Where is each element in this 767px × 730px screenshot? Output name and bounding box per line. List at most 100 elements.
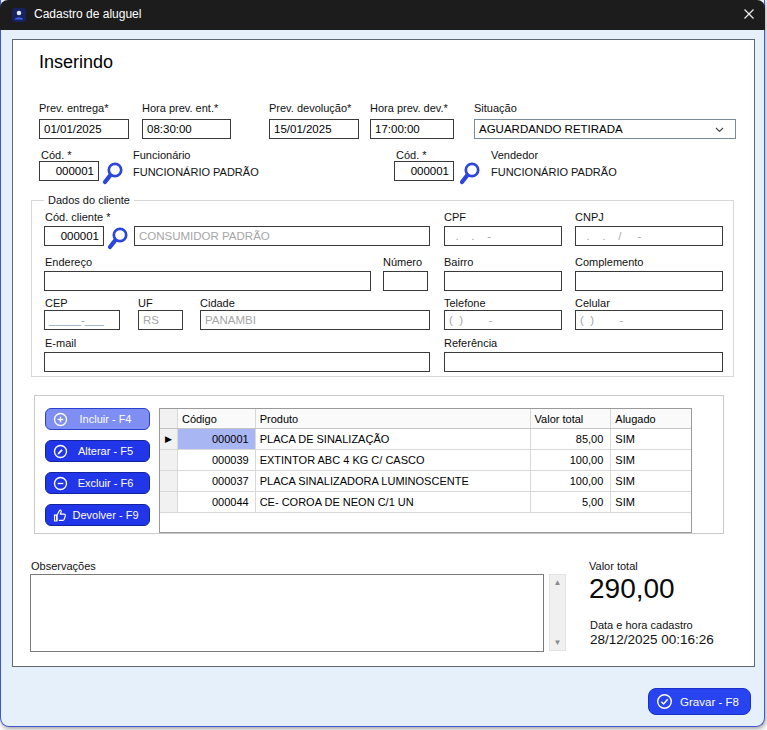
numero-label: Número [383, 256, 422, 268]
table-cell[interactable]: 100,00 [531, 450, 612, 470]
table-cell[interactable]: PLACA SINALIZADORA LUMINOSCENTE [256, 471, 531, 491]
situacao-value: AGUARDANDO RETIRADA [479, 123, 623, 135]
prev-devolucao-label: Prev. devolução* [269, 102, 351, 114]
cidade-input[interactable]: PANAMBI [200, 310, 430, 330]
table-cell[interactable]: 000037 [178, 471, 256, 491]
cadastro-label: Data e hora cadastro [590, 619, 693, 631]
edit-circle-icon [53, 444, 68, 459]
dados-cliente-label: Dados do cliente [44, 194, 134, 206]
row-selector[interactable]: ▶ [160, 429, 178, 449]
col-header-produto[interactable]: Produto [256, 409, 531, 428]
hora-dev-label: Hora prev. dev.* [370, 102, 448, 114]
table-cell[interactable]: SIM [611, 492, 691, 512]
email-label: E-mail [45, 337, 76, 349]
dados-cliente-group: Dados do cliente Cód. cliente * 000001 C… [31, 200, 734, 377]
table-cell[interactable]: 000001 [178, 429, 256, 449]
table-cell[interactable]: 000044 [178, 492, 256, 512]
gravar-button[interactable]: Gravar - F8 [648, 688, 751, 715]
table-row[interactable]: 000039EXTINTOR ABC 4 KG C/ CASCO100,00SI… [160, 450, 691, 471]
dialog-window: Cadastro de aluguel Inserindo Prev. entr… [0, 0, 765, 727]
celular-label: Celular [575, 297, 610, 309]
table-cell[interactable]: 100,00 [531, 471, 612, 491]
table-row[interactable]: ▶000001PLACA DE SINALIZAÇÃO85,00SIM [160, 429, 691, 450]
cadastro-datetime: 28/12/2025 00:16:26 [590, 632, 714, 647]
gravar-label: Gravar - F8 [680, 696, 739, 708]
close-button[interactable] [742, 8, 756, 22]
scroll-up-icon[interactable]: ▲ [550, 578, 565, 587]
endereco-label: Endereço [45, 256, 92, 268]
table-row[interactable]: 000044CE- COROA DE NEON C/1 UN5,00SIM [160, 492, 691, 513]
cpf-label: CPF [444, 211, 466, 223]
excluir-button[interactable]: Excluir - F6 [45, 472, 150, 494]
observacoes-scrollbar[interactable]: ▲ ▼ [549, 574, 566, 651]
celular-input[interactable]: ( ) - [575, 310, 723, 330]
prev-devolucao-input[interactable]: 15/01/2025 [269, 119, 359, 139]
table-cell[interactable]: CE- COROA DE NEON C/1 UN [256, 492, 531, 512]
scroll-down-icon[interactable]: ▼ [550, 638, 565, 647]
cod-vendedor-label: Cód. * [396, 149, 427, 161]
hora-ent-input[interactable]: 08:30:00 [142, 119, 231, 139]
cod-cliente-input[interactable]: 000001 [44, 226, 104, 246]
bairro-label: Bairro [444, 256, 473, 268]
alterar-button[interactable]: Alterar - F5 [45, 440, 150, 462]
products-section: Incluir - F4 Alterar - F5 Excluir - F6 D… [34, 395, 724, 534]
uf-label: UF [138, 297, 153, 309]
vendedor-label: Vendedor [491, 149, 538, 161]
situacao-select[interactable]: AGUARDANDO RETIRADA [474, 119, 736, 139]
cliente-nome-input[interactable]: CONSUMIDOR PADRÃO [134, 226, 430, 246]
cod-funcionario-label: Cód. * [41, 149, 72, 161]
valor-total-value: 290,00 [589, 573, 675, 605]
main-panel: Inserindo Prev. entrega* Hora prev. ent.… [12, 39, 755, 667]
incluir-button[interactable]: Incluir - F4 [45, 408, 150, 430]
table-cell[interactable]: SIM [611, 450, 691, 470]
thumbs-up-icon [52, 507, 69, 524]
table-cell[interactable]: 85,00 [531, 429, 612, 449]
cidade-label: Cidade [200, 297, 235, 309]
cep-input[interactable]: _____-___ [44, 310, 120, 330]
hora-ent-label: Hora prev. ent.* [142, 102, 218, 114]
table-cell[interactable]: SIM [611, 471, 691, 491]
cnpj-label: CNPJ [575, 211, 604, 223]
bairro-input[interactable] [444, 271, 562, 291]
observacoes-textarea[interactable] [30, 574, 544, 652]
grid-corner-cell [160, 409, 178, 428]
valor-total-label: Valor total [589, 560, 638, 572]
search-cliente-icon[interactable] [106, 226, 130, 252]
search-vendedor-icon[interactable] [458, 161, 482, 187]
prev-entrega-input[interactable]: 01/01/2025 [39, 119, 129, 139]
row-selector[interactable] [160, 492, 178, 512]
complemento-input[interactable] [575, 271, 723, 291]
devolver-label: Devolver - F9 [72, 509, 138, 521]
telefone-input[interactable]: ( ) - [444, 310, 562, 330]
col-header-alugado[interactable]: Alugado [611, 409, 691, 428]
devolver-button[interactable]: Devolver - F9 [45, 504, 150, 526]
table-cell[interactable]: SIM [611, 429, 691, 449]
cod-funcionario-input[interactable]: 000001 [39, 161, 99, 181]
table-cell[interactable]: 5,00 [531, 492, 612, 512]
table-cell[interactable]: PLACA DE SINALIZAÇÃO [256, 429, 531, 449]
numero-input[interactable] [383, 271, 428, 291]
funcionario-label: Funcionário [133, 149, 190, 161]
email-input[interactable] [44, 352, 430, 372]
row-selector[interactable] [160, 471, 178, 491]
uf-input[interactable]: RS [138, 310, 183, 330]
title-bar: Cadastro de aluguel [0, 0, 765, 30]
incluir-label: Incluir - F4 [80, 413, 132, 425]
cod-vendedor-input[interactable]: 000001 [394, 161, 454, 181]
endereco-input[interactable] [44, 271, 371, 291]
cod-cliente-label: Cód. cliente * [45, 211, 110, 223]
cpf-input[interactable]: . . - [444, 226, 562, 246]
table-cell[interactable]: EXTINTOR ABC 4 KG C/ CASCO [256, 450, 531, 470]
plus-circle-icon [53, 412, 68, 427]
search-funcionario-icon[interactable] [101, 161, 125, 187]
row-selector[interactable] [160, 450, 178, 470]
referencia-input[interactable] [444, 352, 723, 372]
hora-dev-input[interactable]: 17:00:00 [370, 119, 454, 139]
products-grid: Código Produto Valor total Alugado ▶0000… [159, 408, 692, 533]
cnpj-input[interactable]: . . / - [575, 226, 723, 246]
col-header-codigo[interactable]: Código [178, 409, 256, 428]
col-header-valor[interactable]: Valor total [531, 409, 612, 428]
table-cell[interactable]: 000039 [178, 450, 256, 470]
table-row[interactable]: 000037PLACA SINALIZADORA LUMINOSCENTE100… [160, 471, 691, 492]
alterar-label: Alterar - F5 [78, 445, 133, 457]
